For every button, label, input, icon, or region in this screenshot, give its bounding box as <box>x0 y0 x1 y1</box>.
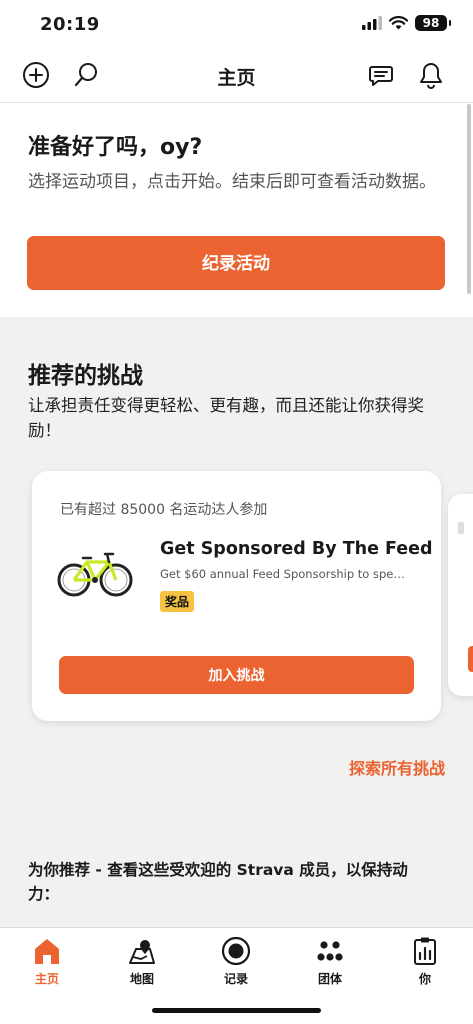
peek-text <box>458 522 464 534</box>
status-time: 20:19 <box>40 14 100 35</box>
tab-label: 地图 <box>129 972 154 986</box>
record-activity-button[interactable]: 纪录活动 <box>27 236 445 290</box>
battery-indicator: 98 <box>415 15 451 31</box>
chat-icon[interactable] <box>366 60 396 90</box>
tab-label: 你 <box>418 972 431 986</box>
bicycle-icon <box>57 552 133 597</box>
notification-bell-icon[interactable] <box>416 60 446 90</box>
home-icon <box>35 939 59 964</box>
peek-button <box>468 646 473 672</box>
app-header: 主页 <box>0 50 473 103</box>
home-indicator <box>152 1008 321 1013</box>
challenge-description: Get $60 annual Feed Sponsorship to spen.… <box>160 567 410 581</box>
groups-icon <box>317 941 343 961</box>
challenges-title: 推荐的挑战 <box>28 363 143 389</box>
tab-label: 团体 <box>317 972 342 986</box>
tab-home[interactable]: 主页 <box>7 936 87 987</box>
ready-section: 准备好了吗，oy? 选择运动项目，点击开始。结束后即可查看活动数据。 纪录活动 <box>0 103 473 317</box>
tab-map[interactable]: 地图 <box>102 936 182 987</box>
scroll-indicator[interactable] <box>467 104 471 294</box>
explore-all-challenges-link[interactable]: 探索所有挑战 <box>349 755 445 779</box>
status-indicators: 98 <box>362 15 451 31</box>
prize-badge: 奖品 <box>160 591 195 612</box>
join-challenge-button[interactable]: 加入挑战 <box>59 656 414 694</box>
tab-profile[interactable]: 你 <box>385 936 465 987</box>
tab-label: 记录 <box>223 972 248 986</box>
ready-title: 准备好了吗，oy? <box>28 135 203 160</box>
wifi-icon <box>389 16 408 30</box>
challenge-card[interactable]: 已有超过 85000 名运动达人参加 Get Sponsored By The … <box>32 471 441 721</box>
challenge-name[interactable]: Get Sponsored By The Feed <box>160 539 433 559</box>
participant-count: 已有超过 85000 名运动达人参加 <box>60 502 268 518</box>
ready-description: 选择运动项目，点击开始。结束后即可查看活动数据。 <box>28 172 436 192</box>
tab-record[interactable]: 记录 <box>196 936 276 987</box>
recommendations-title: 为你推荐 - 查看这些受欢迎的 Strava 成员，以保持动力： <box>28 861 408 903</box>
home-screen: 20:19 98 主页 准备好了吗，oy? 选择运动项目，点击开始。结束后即可查… <box>0 0 473 1024</box>
page-title: 主页 <box>217 67 256 89</box>
record-icon <box>221 936 251 966</box>
map-icon <box>129 940 155 964</box>
challenges-subtitle: 让承担责任变得更轻松、更有趣，而且还能让你获得奖励！ <box>28 396 424 440</box>
tab-label: 主页 <box>34 972 59 986</box>
tab-groups[interactable]: 团体 <box>290 936 370 987</box>
cellular-signal-icon <box>362 16 382 30</box>
profile-icon <box>414 937 436 965</box>
next-challenge-card[interactable] <box>448 494 473 696</box>
status-bar: 20:19 98 <box>0 0 473 50</box>
